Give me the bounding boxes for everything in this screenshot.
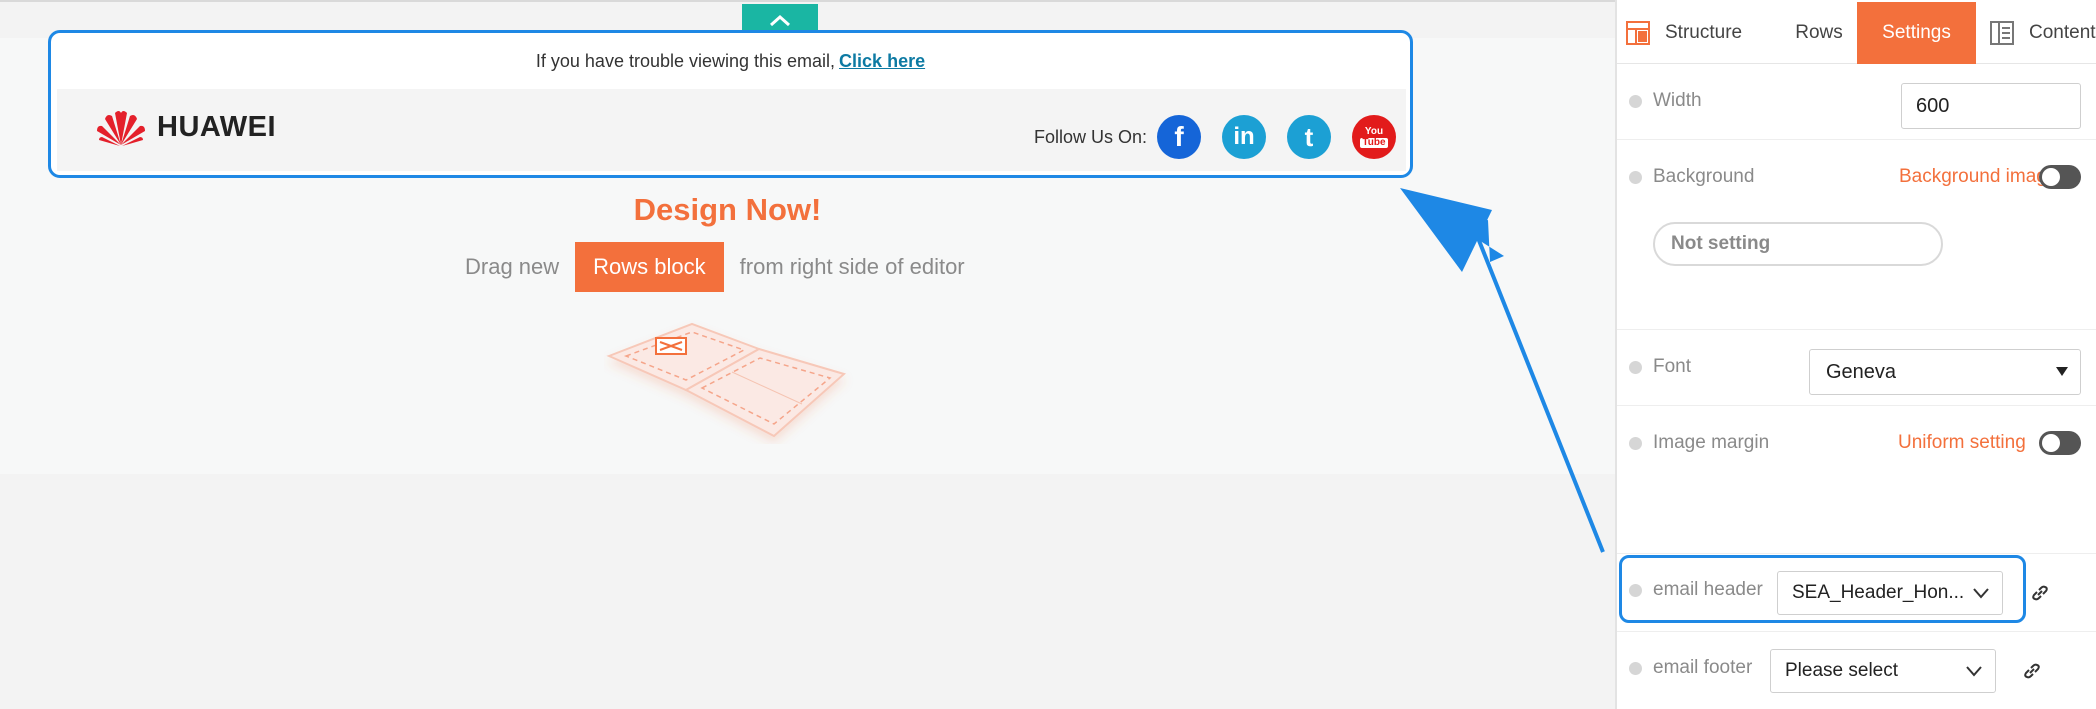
brand-row: HUAWEI Follow Us On: f in t You Tube xyxy=(57,89,1406,171)
background-color-value[interactable]: Not setting xyxy=(1653,222,1943,266)
editor-canvas: If you have trouble viewing this email, … xyxy=(0,0,1615,709)
follow-us-label: Follow Us On: xyxy=(1033,126,1147,147)
email-footer-setting-row: email footer Please select xyxy=(1617,632,2096,709)
email-header-preview[interactable]: If you have trouble viewing this email, … xyxy=(48,30,1413,178)
chevron-up-icon xyxy=(770,14,790,27)
email-footer-label: email footer xyxy=(1653,657,1753,678)
tab-settings-label: Settings xyxy=(1882,22,1951,43)
background-image-label: Background image xyxy=(1899,166,2058,187)
click-here-link[interactable]: Click here xyxy=(839,51,925,72)
chevron-down-icon xyxy=(1966,666,1982,677)
rows-block-illustration xyxy=(606,322,847,438)
structure-icon xyxy=(1626,21,1650,45)
design-now-heading: Design Now! xyxy=(633,192,822,227)
facebook-icon[interactable]: f xyxy=(1157,115,1201,159)
drag-instructions: Drag new Rows block from right side of e… xyxy=(465,242,965,292)
huawei-petals-icon xyxy=(97,111,145,146)
drag-prefix: Drag new xyxy=(465,254,560,279)
image-margin-setting-row: Image margin Uniform setting xyxy=(1617,406,2096,554)
follow-us-group: Follow Us On: f in t You Tube xyxy=(1034,115,1396,159)
drag-suffix: from right side of editor xyxy=(739,254,965,279)
youtube-icon[interactable]: You Tube xyxy=(1352,115,1396,159)
setting-bullet-icon xyxy=(1629,437,1642,450)
tab-structure[interactable]: Structure xyxy=(1617,2,1769,64)
image-margin-label: Image margin xyxy=(1653,432,1770,453)
tab-content[interactable]: Content xyxy=(1983,2,2096,64)
email-header-highlight xyxy=(1619,555,2026,623)
font-setting-row: Font Geneva xyxy=(1617,330,2096,406)
setting-bullet-icon xyxy=(1629,361,1642,374)
linkedin-icon[interactable]: in xyxy=(1222,115,1266,159)
setting-bullet-icon xyxy=(1629,95,1642,108)
setting-bullet-icon xyxy=(1629,662,1642,675)
tab-content-label: Content xyxy=(2029,22,2096,43)
tab-rows-label: Rows xyxy=(1795,22,1843,43)
uniform-setting-label: Uniform setting xyxy=(1898,432,2026,453)
background-image-toggle[interactable] xyxy=(2039,165,2081,189)
caret-down-icon xyxy=(2056,367,2068,376)
brand-wordmark: HUAWEI xyxy=(157,110,276,143)
email-footer-select-value: Please select xyxy=(1785,660,1899,681)
tab-structure-label: Structure xyxy=(1665,22,1743,43)
email-footer-select[interactable]: Please select xyxy=(1770,649,1996,693)
font-select-value: Geneva xyxy=(1826,360,1897,383)
content-icon xyxy=(1990,21,2014,45)
twitter-icon[interactable]: t xyxy=(1287,115,1331,159)
link-icon[interactable] xyxy=(2021,660,2043,682)
tab-rows[interactable]: Rows xyxy=(1773,2,1865,64)
panel-tabs: Structure Rows Settings Content xyxy=(1617,2,2096,64)
background-label: Background xyxy=(1653,166,1755,187)
width-setting-row: Width 600 xyxy=(1617,64,2096,140)
font-select[interactable]: Geneva xyxy=(1809,349,2081,395)
trouble-text: If you have trouble viewing this email, xyxy=(535,50,836,71)
width-input[interactable]: 600 xyxy=(1901,83,2081,129)
font-label: Font xyxy=(1653,356,1692,377)
uniform-setting-toggle[interactable] xyxy=(2039,431,2081,455)
width-label: Width xyxy=(1653,90,1702,111)
setting-bullet-icon xyxy=(1629,171,1642,184)
huawei-logo: HUAWEI xyxy=(93,107,276,147)
rows-block-badge: Rows block xyxy=(575,242,724,292)
settings-panel: Structure Rows Settings Content Width 60… xyxy=(1615,0,2096,709)
tab-settings[interactable]: Settings xyxy=(1857,2,1976,64)
link-icon[interactable] xyxy=(2029,582,2051,604)
trouble-viewing-row: If you have trouble viewing this email, … xyxy=(51,33,1410,89)
background-setting-row: Background Background image Not setting xyxy=(1617,140,2096,330)
